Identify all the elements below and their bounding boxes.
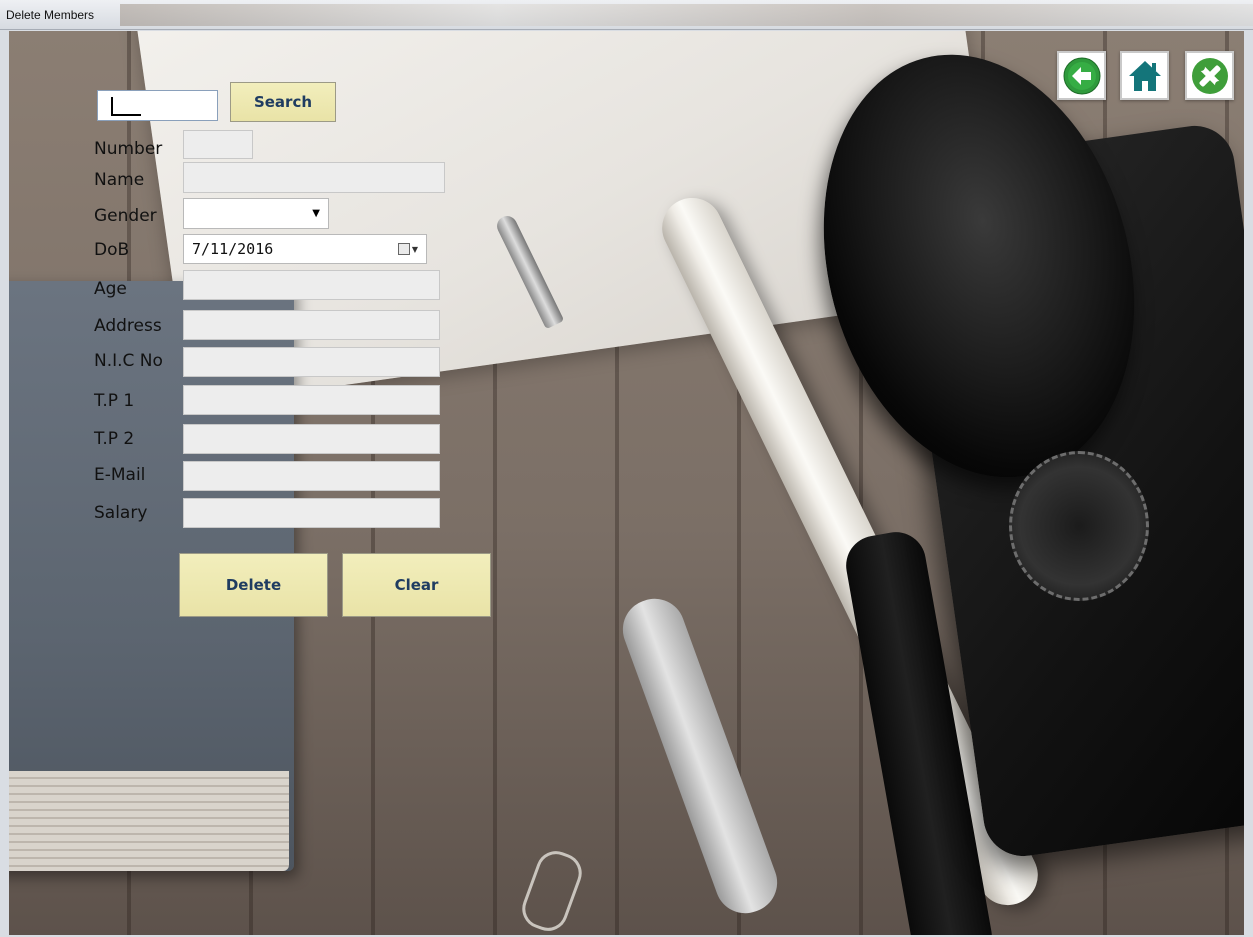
back-button[interactable] (1057, 51, 1106, 100)
tp1-label: T.P 1 (94, 391, 135, 411)
salary-field[interactable] (183, 498, 440, 528)
gender-label: Gender (94, 206, 157, 226)
number-field[interactable] (183, 130, 253, 159)
back-arrow-icon (1063, 57, 1100, 94)
number-input[interactable] (184, 131, 252, 158)
settings-button[interactable] (1185, 51, 1234, 100)
background-pen-metal (614, 590, 786, 922)
dob-label: DoB (94, 240, 130, 260)
nic-field[interactable] (183, 347, 440, 377)
dob-value: 7/11/2016 (192, 240, 274, 258)
name-input[interactable] (184, 163, 444, 192)
address-field[interactable] (183, 310, 440, 340)
nic-input[interactable] (184, 348, 439, 376)
number-label: Number (94, 139, 163, 159)
age-field[interactable] (183, 270, 440, 300)
salary-label: Salary (94, 503, 148, 523)
salary-input[interactable] (184, 499, 439, 527)
background-notebook-pages (9, 771, 289, 871)
name-label: Name (94, 170, 145, 190)
name-field[interactable] (183, 162, 445, 193)
background-paperclip (516, 845, 588, 935)
email-input[interactable] (184, 462, 439, 490)
background-camera-dial (1009, 451, 1149, 601)
gender-select[interactable]: ▼ (183, 198, 329, 229)
tp2-label: T.P 2 (94, 429, 135, 449)
chevron-down-icon: ▼ (312, 208, 320, 219)
calendar-dropdown-icon[interactable]: ▼ (398, 242, 418, 256)
email-field[interactable] (183, 461, 440, 491)
tp2-input[interactable] (184, 425, 439, 453)
title-bar: Delete Members (0, 0, 1253, 30)
tp1-input[interactable] (184, 386, 439, 414)
tools-icon (1191, 57, 1228, 94)
window-title: Delete Members (6, 8, 95, 22)
address-input[interactable] (184, 311, 439, 339)
tp1-field[interactable] (183, 385, 440, 415)
delete-button[interactable]: Delete (179, 553, 328, 617)
tp2-field[interactable] (183, 424, 440, 454)
email-label: E-Mail (94, 465, 146, 485)
nic-label: N.I.C No (94, 351, 163, 371)
form-area: Search Number Name Gender DoB Age Addres… (9, 31, 1244, 935)
text-caret (111, 97, 113, 115)
text-caret-underline (111, 114, 141, 116)
search-input-box[interactable] (97, 90, 218, 121)
age-label: Age (94, 279, 127, 299)
home-icon (1128, 60, 1161, 91)
search-button[interactable]: Search (230, 82, 336, 122)
dob-datepicker[interactable]: 7/11/2016 ▼ (183, 234, 427, 264)
age-input[interactable] (184, 271, 439, 299)
app-window: Delete Members Search Number Name Gender… (0, 0, 1253, 937)
home-button[interactable] (1120, 51, 1169, 100)
clear-button[interactable]: Clear (342, 553, 491, 617)
address-label: Address (94, 316, 162, 336)
